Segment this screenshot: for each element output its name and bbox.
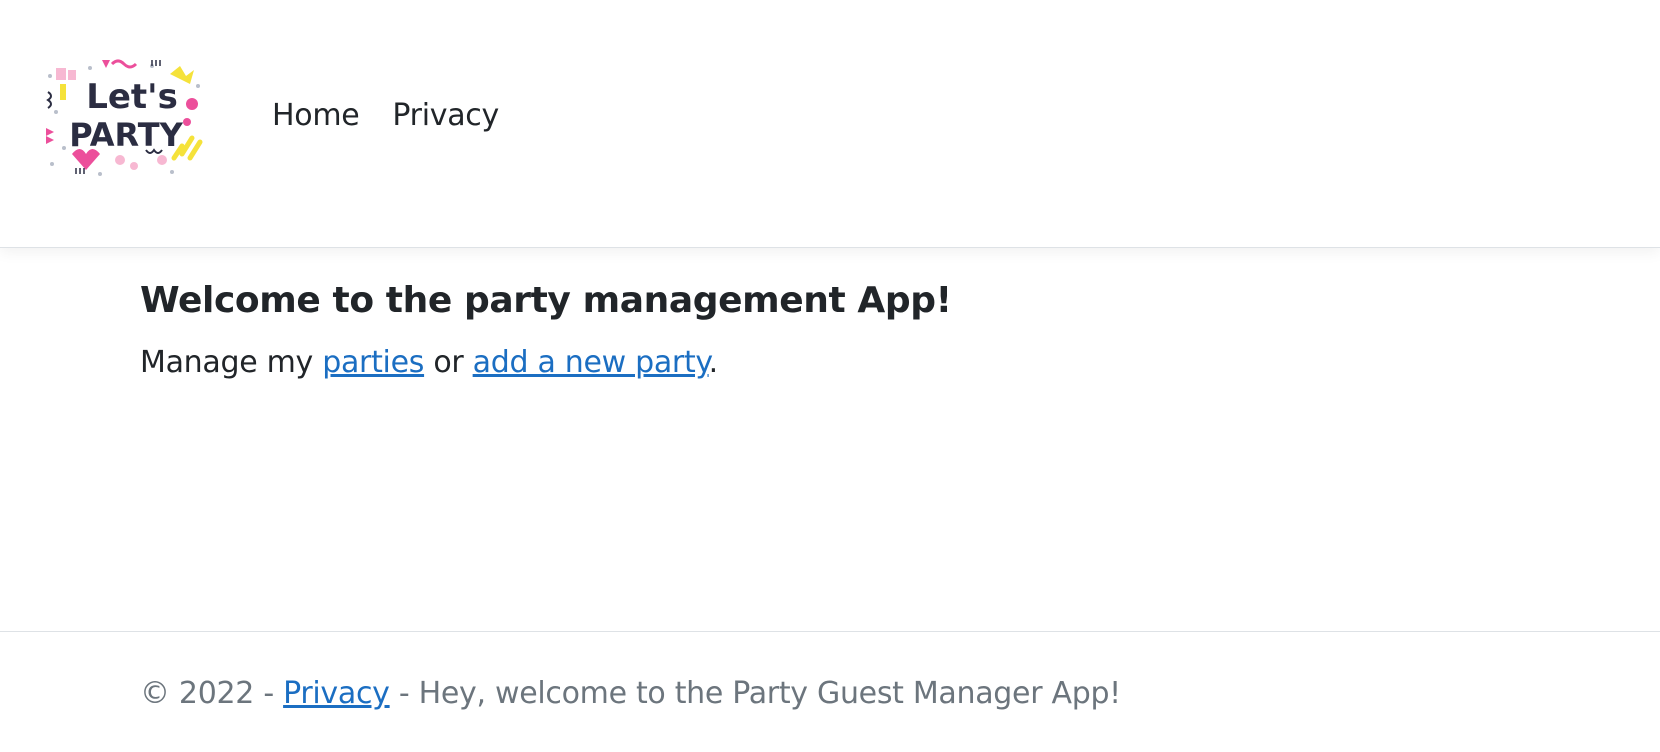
intro-prefix: Manage my [140,345,323,380]
nav-item-home: Home [272,98,360,133]
nav-item-privacy: Privacy [392,98,499,133]
add-new-party-link[interactable]: add a new party [473,345,709,380]
parties-link[interactable]: parties [322,345,424,380]
page-title: Welcome to the party management App! [140,280,952,321]
footer: © 2022 - Privacy - Hey, welcome to the P… [0,631,1660,752]
main-content: Welcome to the party management App! Man… [140,280,952,380]
intro-paragraph: Manage my parties or add a new party. [140,345,952,380]
logo-text-line2: PARTY [69,116,183,154]
nav-link-home[interactable]: Home [272,98,360,133]
footer-message: - Hey, welcome to the Party Guest Manage… [389,676,1121,711]
intro-suffix: . [708,345,719,380]
intro-middle: or [424,345,473,380]
nav-links: Home Privacy [272,98,499,133]
copyright-text: © 2022 - [140,676,284,711]
nav-link-privacy[interactable]: Privacy [392,98,499,133]
lets-party-logo[interactable]: Let's PARTY [42,56,206,186]
navbar: Let's PARTY Home Privacy [0,0,1660,248]
logo-text-line1: Let's [86,77,178,117]
footer-privacy-link[interactable]: Privacy [283,676,390,711]
footer-text: © 2022 - Privacy - Hey, welcome to the P… [140,676,1121,711]
